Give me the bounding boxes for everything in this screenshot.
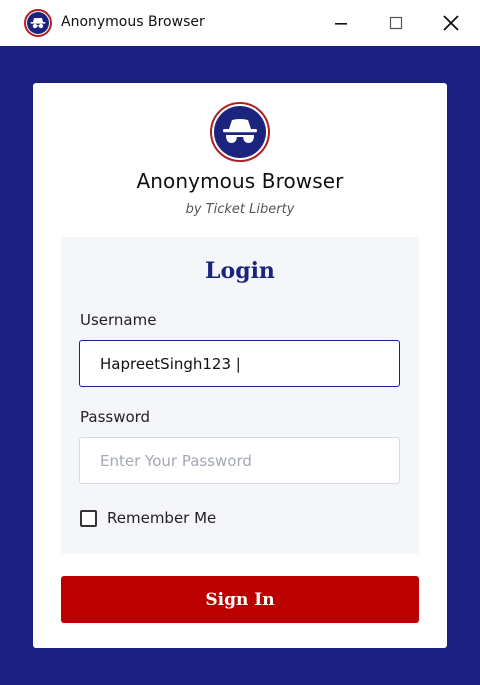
sign-in-button[interactable]: Sign In [61, 576, 419, 623]
remember-me-label: Remember Me [107, 509, 217, 527]
password-label: Password [80, 408, 151, 426]
incognito-icon [24, 9, 52, 37]
password-input[interactable] [79, 437, 400, 484]
minimize-icon [335, 23, 347, 25]
maximize-button[interactable] [381, 8, 411, 38]
window-title: Anonymous Browser [61, 14, 205, 30]
remember-me-checkbox[interactable] [80, 509, 97, 527]
incognito-icon [210, 102, 270, 162]
remember-me-toggle[interactable]: Remember Me [80, 509, 216, 527]
brand-name: Anonymous Browser [136, 169, 344, 193]
username-label: Username [80, 311, 157, 329]
close-icon [443, 15, 459, 31]
maximize-icon [389, 16, 403, 30]
title-bar: Anonymous Browser [0, 0, 480, 46]
username-input[interactable] [79, 340, 400, 387]
minimize-button[interactable] [326, 8, 356, 38]
login-form-panel [61, 237, 419, 554]
close-button[interactable] [436, 8, 466, 38]
form-heading: Login [205, 258, 275, 284]
brand-subtitle: by Ticket Liberty [185, 202, 295, 217]
